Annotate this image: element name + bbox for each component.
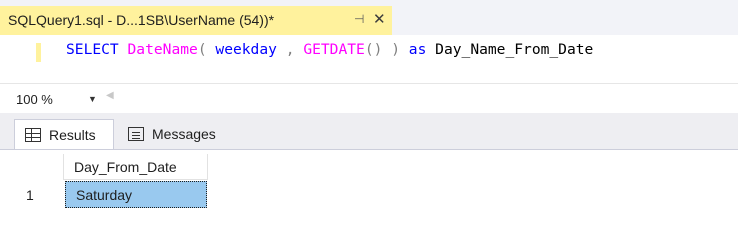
keyword-weekday: weekday — [215, 41, 277, 58]
selected-cell[interactable]: Saturday — [65, 181, 207, 208]
open-paren: ( — [197, 41, 207, 58]
keyword-select: SELECT — [66, 41, 119, 58]
function-getdate: GETDATE — [303, 41, 365, 58]
editor-gutter — [0, 35, 30, 83]
column-header[interactable]: Day_From_Date — [64, 154, 208, 180]
zoom-value: 100 % — [16, 91, 53, 107]
results-tab-strip: Results Messages — [0, 113, 738, 149]
code-line[interactable]: SELECT DateName( weekday , GETDATE() ) a… — [66, 41, 593, 58]
comma: , — [285, 41, 295, 58]
query-editor[interactable]: SELECT DateName( weekday , GETDATE() ) a… — [0, 35, 738, 83]
query-tab[interactable]: SQLQuery1.sql - D...1SB\UserName (54))* … — [0, 6, 392, 35]
keyword-as: as — [408, 41, 427, 58]
pin-icon[interactable]: ⊣ — [354, 12, 364, 26]
query-tab-title: SQLQuery1.sql - D...1SB\UserName (54))* — [8, 12, 275, 28]
changed-line-marker — [36, 43, 41, 62]
column-alias: Day_Name_From_Date — [435, 41, 594, 58]
empty-parens: () — [364, 41, 383, 58]
grid-corner[interactable] — [14, 154, 64, 180]
zoom-dropdown[interactable]: 100 % ▼ — [6, 88, 104, 110]
row-number[interactable]: 1 — [14, 181, 64, 209]
results-grid[interactable]: Day_From_Date 1 Saturday — [0, 149, 738, 243]
tab-messages-label: Messages — [152, 126, 216, 142]
document-tab-strip: SQLQuery1.sql - D...1SB\UserName (54))* … — [0, 0, 738, 35]
zoom-bar: 100 % ▼ ◀ — [0, 83, 738, 113]
close-icon[interactable]: ✕ — [373, 10, 386, 28]
tab-results[interactable]: Results — [14, 119, 114, 149]
chevron-down-icon[interactable]: ▼ — [88, 94, 97, 104]
tab-messages[interactable]: Messages — [118, 119, 234, 149]
function-datename: DateName — [127, 41, 198, 58]
grid-icon — [25, 127, 41, 142]
messages-icon — [128, 127, 144, 141]
close-paren: ) — [391, 41, 400, 58]
tab-results-label: Results — [49, 126, 96, 143]
scroll-left-icon[interactable]: ◀ — [106, 90, 114, 101]
